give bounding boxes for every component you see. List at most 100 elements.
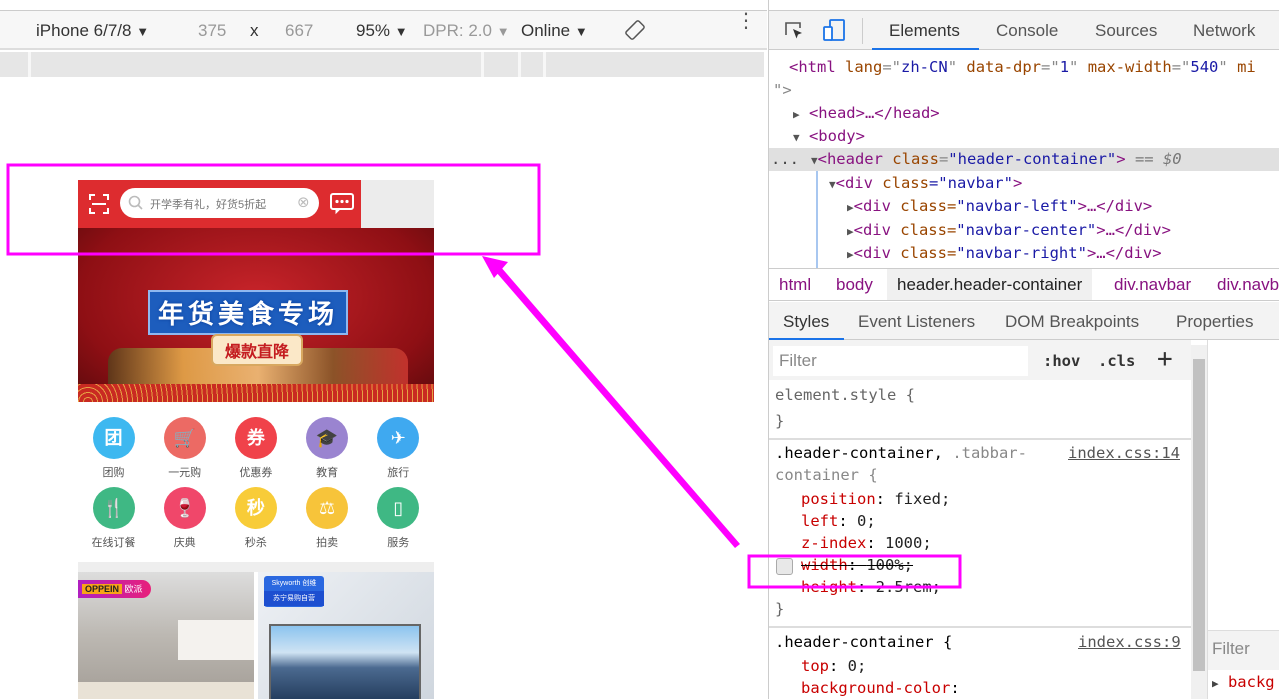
attr-value: "navbar-center" <box>956 221 1097 239</box>
category-item[interactable]: 🎓 教育 <box>292 417 363 480</box>
breadcrumb: html body header.header-container div.na… <box>769 268 1279 301</box>
tag: >…</div> <box>1096 221 1171 239</box>
dom-node-head[interactable]: ▶ <head>…</head> <box>793 102 1279 125</box>
more-vertical-icon[interactable]: ⋮ <box>736 11 756 31</box>
category-item[interactable]: 🍷 庆典 <box>149 487 220 550</box>
disable-property-checkbox[interactable] <box>776 558 793 575</box>
tab-sources[interactable]: Sources <box>1095 21 1157 41</box>
tag: >…</div> <box>1086 244 1162 262</box>
tab-console[interactable]: Console <box>996 21 1058 41</box>
hov-button[interactable]: :hov <box>1043 352 1080 370</box>
prop-name: background-color <box>801 679 951 697</box>
dom-node-html[interactable]: <html lang="zh-CN" data-dpr="1" max-widt… <box>789 56 1279 79</box>
network-select[interactable]: Online ▼ <box>521 21 588 41</box>
expand-triangle-icon[interactable]: ▶ <box>847 201 854 214</box>
counter <box>78 682 254 699</box>
tag: <head>…</head> <box>808 104 940 122</box>
dom-node-navbar[interactable]: ▼<div class="navbar"> <box>829 172 1279 195</box>
dom-node-navbar-right[interactable]: ▶<div class="navbar-right">…</div> <box>847 242 1279 265</box>
prop-left[interactable]: left: 0; <box>801 512 876 530</box>
breadcrumb-html[interactable]: html <box>779 275 811 295</box>
dpr-select[interactable]: DPR: 2.0 ▼ <box>423 21 510 41</box>
dom-node-header-selected[interactable]: ... ▼<header class="header-container"> ==… <box>769 148 1279 171</box>
prop-name: left <box>801 512 839 530</box>
filter-input[interactable]: Filter <box>773 346 1028 376</box>
toolbar-divider <box>862 18 863 44</box>
inspect-element-icon[interactable] <box>783 20 805 47</box>
category-item[interactable]: ⚖ 拍卖 <box>292 487 363 550</box>
breadcrumb-navbar[interactable]: div.navbar <box>1114 275 1191 295</box>
rotate-icon[interactable] <box>624 19 646 46</box>
collapse-triangle-icon[interactable]: ▼ <box>829 178 836 191</box>
width-input[interactable]: 375 <box>198 21 226 41</box>
media-query-bar[interactable] <box>0 52 764 77</box>
prop-top[interactable]: top: 0; <box>801 657 866 675</box>
zoom-select[interactable]: 95% ▼ <box>356 21 408 41</box>
category-item[interactable]: ✈ 旅行 <box>363 417 434 480</box>
breadcrumb-body[interactable]: body <box>836 275 873 295</box>
category-label: 在线订餐 <box>91 537 136 549</box>
promo-tv-image[interactable]: Skyworth 创维 苏宁易购自营 <box>258 572 434 699</box>
clear-icon[interactable]: ⊗ <box>297 193 310 211</box>
dom-node-navbar-left[interactable]: ▶<div class="navbar-left">…</div> <box>847 195 1279 218</box>
dom-node-navbar-center[interactable]: ▶<div class="navbar-center">…</div> <box>847 219 1279 242</box>
tab-event-listeners[interactable]: Event Listeners <box>858 312 975 332</box>
category-item[interactable]: 🍴 在线订餐 <box>78 487 149 550</box>
prop-value: 0; <box>857 512 876 530</box>
rule2-source-link[interactable]: index.css:9 <box>1078 633 1181 651</box>
category-icon: ✈ <box>377 417 420 459</box>
rule2-selector[interactable]: .header-container { <box>775 633 952 651</box>
rule1-selector[interactable]: .header-container, .tabbar- <box>775 444 1027 462</box>
tag: <body> <box>808 127 865 145</box>
new-rule-icon[interactable]: + <box>1157 344 1173 374</box>
prop-z-index[interactable]: z-index: 1000; <box>801 534 932 552</box>
prop-width-disabled[interactable]: width: 100%; <box>801 556 913 574</box>
collapse-triangle-icon[interactable]: ▼ <box>793 131 800 144</box>
category-item[interactable]: 🛒 一元购 <box>149 417 220 480</box>
styles-scrollbar[interactable] <box>1191 345 1207 699</box>
breadcrumb-navbar-child[interactable]: div.navb <box>1217 275 1279 295</box>
message-icon[interactable] <box>330 193 354 220</box>
prop-value: 100%; <box>866 556 914 574</box>
search-input[interactable]: 开学季有礼，好货5折起 ⊗ <box>120 188 319 218</box>
category-item[interactable]: ▯ 服务 <box>363 487 434 550</box>
prop-position[interactable]: position: fixed; <box>801 490 950 508</box>
element-style-selector[interactable]: element.style { <box>775 386 915 404</box>
category-icon: 🍴 <box>92 487 135 529</box>
scan-icon[interactable] <box>89 194 109 219</box>
computed-filter-input[interactable]: Filter <box>1208 630 1279 670</box>
device-select[interactable]: iPhone 6/7/8 ▼ <box>36 21 149 41</box>
prop-value: 0; <box>847 657 867 675</box>
dropdown-arrow-icon: ▼ <box>136 24 150 39</box>
attr: max-width <box>1078 58 1172 76</box>
category-item[interactable]: 券优惠券 <box>220 417 291 480</box>
category-label: 优惠券 <box>239 467 273 479</box>
category-icon: 🛒 <box>163 417 206 459</box>
height-input[interactable]: 667 <box>285 21 313 41</box>
category-item[interactable]: 秒秒杀 <box>220 487 291 550</box>
more-dots-icon[interactable]: ... <box>771 148 799 171</box>
device-toolbar-icon[interactable] <box>822 18 846 47</box>
tab-network[interactable]: Network <box>1193 21 1255 41</box>
expand-triangle-icon[interactable]: ▶ <box>847 248 854 261</box>
cls-button[interactable]: .cls <box>1098 352 1135 370</box>
rule-close: } <box>775 600 785 618</box>
expand-triangle-icon[interactable]: ▶ <box>847 225 854 238</box>
banner-image[interactable]: 年货美食专场 爆款直降 <box>78 228 434 402</box>
breadcrumb-header[interactable]: header.header-container <box>887 269 1093 300</box>
category-item[interactable]: 团团购 <box>78 417 149 480</box>
computed-property[interactable]: ▶ backg <box>1212 673 1275 691</box>
expand-triangle-icon[interactable]: ▶ <box>793 108 800 121</box>
rule1-source-link[interactable]: index.css:14 <box>1068 444 1180 462</box>
collapse-triangle-icon[interactable]: ▼ <box>811 154 818 167</box>
tab-properties[interactable]: Properties <box>1176 312 1253 332</box>
tab-styles[interactable]: Styles <box>783 312 829 332</box>
dom-node-body[interactable]: ▼ <body> <box>793 125 1279 148</box>
tab-dom-breakpoints[interactable]: DOM Breakpoints <box>1005 312 1139 332</box>
selected-marker: == $0 <box>1125 150 1182 168</box>
cabinet <box>178 620 254 660</box>
promo-kitchen-image[interactable]: OPPEIN 欧派 <box>78 572 254 699</box>
prop-height[interactable]: height: 2.5rem; <box>801 578 941 596</box>
prop-background-color[interactable]: background-color: <box>801 679 960 697</box>
tab-elements[interactable]: Elements <box>889 21 960 41</box>
